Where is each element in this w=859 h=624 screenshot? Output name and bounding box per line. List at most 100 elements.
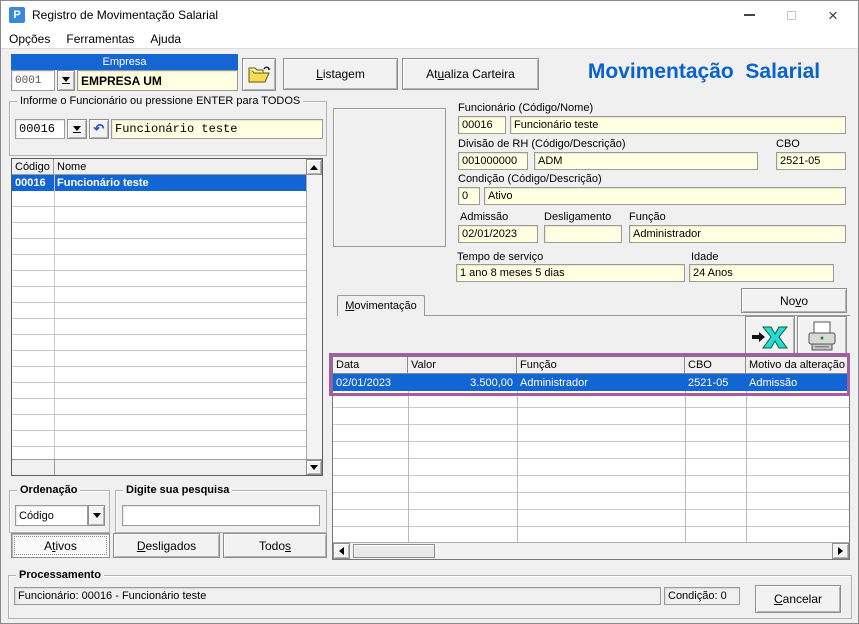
ordering-select[interactable]: Código [15, 505, 88, 526]
menu-ferramentas[interactable]: Ferramentas [58, 30, 142, 48]
condicao-desc-field[interactable]: Ativo [484, 187, 846, 205]
close-button[interactable]: × [812, 1, 854, 29]
funcionario-label: Funcionário (Código/Nome) [458, 102, 593, 114]
idade-label: Idade [691, 251, 719, 263]
funcao-field[interactable]: Administrador [629, 225, 846, 243]
col-data[interactable]: Data [333, 357, 408, 374]
condicao-code-field[interactable]: 0 [458, 187, 480, 205]
employee-code-input[interactable]: 00016 [15, 119, 65, 139]
desligados-button[interactable]: Desligados [113, 533, 220, 558]
desligamento-field[interactable] [544, 225, 622, 243]
ordering-label: Ordenação [17, 484, 80, 496]
ordering-group: Ordenação Código [9, 490, 110, 533]
admissao-label: Admissão [460, 211, 508, 223]
employee-selector-label: Informe o Funcionário ou pressione ENTER… [17, 95, 303, 107]
processing-group: Processamento Funcionário: 00016 - Funci… [8, 575, 852, 619]
menu-opcoes[interactable]: Opções [1, 30, 58, 48]
empresa-dropdown-button[interactable] [57, 70, 75, 91]
funcionario-code-field[interactable]: 00016 [458, 116, 506, 134]
processing-label: Processamento [16, 569, 104, 581]
funcionario-name-field[interactable]: Funcionário teste [510, 116, 846, 134]
processing-condicao: Condição: 0 [664, 587, 740, 605]
search-input[interactable] [122, 505, 320, 526]
cell-valor: 3.500,00 [408, 374, 517, 391]
scroll-right-icon [838, 547, 843, 555]
print-icon [805, 321, 839, 353]
atualiza-carteira-button[interactable]: Atualiza Carteira [402, 58, 539, 90]
hscroll-thumb[interactable] [353, 544, 435, 558]
search-label: Digite sua pesquisa [123, 484, 232, 496]
grid-scroll-down-button[interactable] [306, 460, 322, 475]
idade-field[interactable]: 24 Anos [689, 264, 834, 282]
dropdown-arrow-icon [93, 513, 101, 518]
minimize-button[interactable] [728, 1, 770, 29]
employee-grid-empty-rows [12, 191, 306, 459]
excel-export-icon [751, 323, 789, 351]
employee-grid: Código Nome 00016 Funcionário teste [11, 158, 323, 476]
movement-row-selected[interactable]: 02/01/2023 3.500,00 Administrador 2521-0… [333, 374, 849, 391]
app-window: P Registro de Movimentação Salarial × Op… [0, 0, 859, 624]
cell-data: 02/01/2023 [333, 374, 408, 391]
employee-grid-header: Código Nome [12, 159, 322, 175]
open-company-button[interactable] [242, 58, 276, 91]
menu-ajuda[interactable]: Ajuda [142, 30, 189, 48]
funcao-label: Função [629, 211, 666, 223]
empresa-name-field[interactable]: EMPRESA UM [77, 70, 238, 91]
tab-movimentacao[interactable]: Movimentação [337, 295, 425, 316]
maximize-button[interactable] [770, 1, 812, 29]
app-icon: P [9, 7, 25, 23]
employee-row-name: Funcionário teste [54, 175, 306, 191]
cell-cbo: 2521-05 [685, 374, 746, 391]
processing-status: Funcionário: 00016 - Funcionário teste [14, 587, 661, 605]
dropdown-arrow-icon [73, 126, 81, 131]
screen-title: Movimentação Salarial [557, 56, 851, 88]
search-group: Digite sua pesquisa [115, 490, 327, 533]
grid-scroll-up-button[interactable] [306, 159, 322, 175]
tempo-field[interactable]: 1 ano 8 meses 5 dias [456, 264, 685, 282]
col-cbo[interactable]: CBO [685, 357, 746, 374]
condicao-label: Condição (Código/Descrição) [458, 173, 602, 185]
excel-export-button[interactable] [745, 316, 795, 357]
scroll-left-icon [339, 547, 344, 555]
window-title: Registro de Movimentação Salarial [32, 8, 218, 22]
ordering-dropdown-button[interactable] [88, 505, 105, 526]
column-header-nome[interactable]: Nome [54, 159, 306, 175]
menu-bar: Opções Ferramentas Ajuda [1, 29, 858, 49]
cell-motivo: Admissão [746, 374, 849, 391]
empresa-header: Empresa [11, 54, 238, 70]
employee-selector-group: Informe o Funcionário ou pressione ENTER… [9, 101, 327, 156]
listagem-button[interactable]: Listagem [283, 58, 398, 90]
column-header-codigo[interactable]: Código [12, 159, 54, 175]
cbo-field[interactable]: 2521-05 [776, 152, 846, 170]
movement-hscrollbar[interactable] [333, 542, 849, 559]
maximize-icon [787, 11, 796, 20]
col-valor[interactable]: Valor [408, 357, 517, 374]
grid-scrollbar-track[interactable] [306, 175, 322, 459]
scroll-down-icon [310, 465, 318, 470]
undo-button[interactable]: ↶ [89, 119, 109, 139]
minimize-icon [744, 14, 755, 16]
tempo-label: Tempo de serviço [457, 251, 543, 263]
novo-button[interactable]: Novo [741, 288, 847, 313]
hscroll-left-button[interactable] [333, 543, 350, 559]
col-funcao[interactable]: Função [517, 357, 685, 374]
employee-dropdown-button[interactable] [67, 119, 87, 139]
movement-table: Data Valor Função CBO Motivo da alteraçã… [332, 356, 850, 560]
admissao-field[interactable]: 02/01/2023 [458, 225, 538, 243]
employee-name-field[interactable]: Funcionário teste [111, 119, 323, 139]
hscroll-right-button[interactable] [832, 543, 849, 559]
employee-row-selected[interactable]: 00016 Funcionário teste [12, 175, 306, 191]
print-button[interactable] [797, 316, 847, 357]
cancelar-button[interactable]: Cancelar [755, 585, 841, 613]
movement-table-empty-rows [333, 391, 849, 542]
dropdown-arrow-icon [62, 77, 70, 82]
empresa-code-field[interactable]: 0001 [11, 70, 55, 91]
divisao-label: Divisão de RH (Código/Descrição) [458, 138, 626, 150]
divisao-desc-field[interactable]: ADM [534, 152, 758, 170]
divisao-code-field[interactable]: 001000000 [458, 152, 528, 170]
ativos-button[interactable]: Ativos [11, 533, 110, 558]
col-motivo[interactable]: Motivo da alteração [746, 357, 849, 374]
cell-funcao: Administrador [517, 374, 685, 391]
todos-button[interactable]: Todos [223, 533, 327, 558]
scroll-up-icon [310, 165, 318, 170]
